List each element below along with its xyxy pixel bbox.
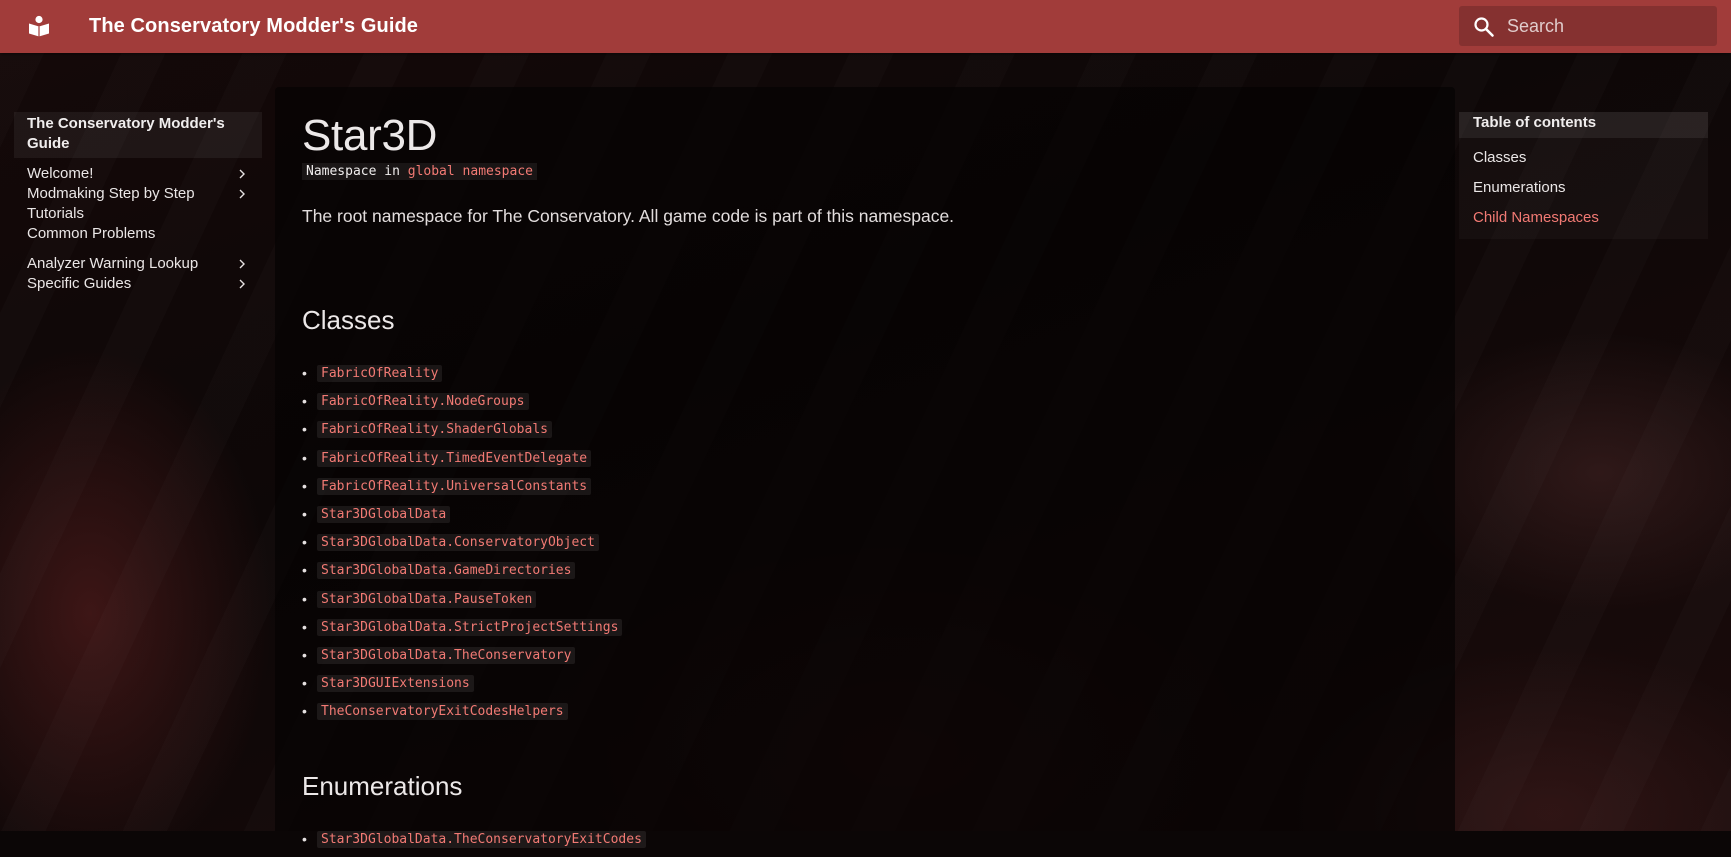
search-box[interactable]: [1459, 6, 1717, 46]
classes-heading: Classes: [302, 305, 395, 335]
namespace-info: Namespace in global namespace: [302, 163, 537, 180]
page-title: Star3D: [302, 111, 438, 160]
enum-link[interactable]: Star3DGlobalData.TheConservatoryExitCode…: [317, 831, 646, 848]
main-content: Star3D Namespace in global namespace The…: [275, 87, 1455, 849]
sidebar-item-specific-guides[interactable]: Specific Guides: [14, 274, 262, 294]
class-link[interactable]: Star3DGlobalData.StrictProjectSettings: [317, 618, 623, 636]
toc-item-child-namespaces[interactable]: Child Namespaces: [1459, 203, 1708, 233]
class-link[interactable]: FabricOfReality.ShaderGlobals: [317, 421, 552, 439]
list-item: Star3DGlobalData.GameDirectories: [302, 560, 622, 588]
class-link[interactable]: Star3DGlobalData.PauseToken: [317, 590, 537, 608]
sidebar-list: Welcome! Modmaking Step by Step Tutorial…: [14, 158, 262, 294]
enumerations-heading: Enumerations: [302, 771, 463, 801]
article: Star3D Namespace in global namespace The…: [302, 111, 1422, 849]
sidebar-item-tutorials[interactable]: Modmaking Step by Step Tutorials: [14, 184, 262, 224]
class-link[interactable]: TheConservatoryExitCodesHelpers: [317, 703, 568, 721]
list-item: FabricOfReality: [302, 363, 622, 391]
class-link[interactable]: Star3DGlobalData.TheConservatory: [317, 646, 576, 664]
list-item: Star3DGlobalData.PauseToken: [302, 589, 622, 617]
class-link[interactable]: FabricOfReality.TimedEventDelegate: [317, 449, 592, 467]
sidebar-item-common-problems[interactable]: Common Problems: [14, 224, 262, 244]
sidebar-item-label: Analyzer Warning Lookup: [27, 255, 199, 272]
chevron-right-icon[interactable]: [236, 168, 248, 180]
enumerations-list: Star3DGlobalData.TheConservatoryExitCode…: [302, 829, 646, 857]
table-of-contents: Table of contents Classes Enumerations C…: [1459, 112, 1708, 239]
sidebar-item-label: Welcome!: [27, 165, 94, 182]
sidebar-title[interactable]: The Conservatory Modder's Guide: [14, 112, 262, 158]
page-description: The root namespace for The Conservatory.…: [302, 206, 955, 226]
list-item: Star3DGlobalData.ConservatoryObject: [302, 532, 622, 560]
chevron-right-icon[interactable]: [236, 188, 248, 200]
list-item: FabricOfReality.ShaderGlobals: [302, 419, 622, 447]
class-link[interactable]: Star3DGlobalData.GameDirectories: [317, 562, 576, 580]
sidebar-item-label: Specific Guides: [27, 275, 132, 292]
toc-item-enumerations[interactable]: Enumerations: [1459, 173, 1708, 203]
book-reader-icon[interactable]: [27, 15, 51, 37]
namespace-prefix: Namespace in: [306, 164, 400, 179]
sidebar-nav: The Conservatory Modder's Guide Welcome!…: [14, 112, 262, 294]
sidebar-item-welcome[interactable]: Welcome!: [14, 164, 262, 184]
list-item: Star3DGlobalData.TheConservatory: [302, 645, 622, 673]
list-item: Star3DGlobalData.TheConservatoryExitCode…: [302, 829, 646, 857]
chevron-right-icon[interactable]: [236, 258, 248, 270]
toc-item-classes[interactable]: Classes: [1459, 143, 1708, 173]
list-item: FabricOfReality.UniversalConstants: [302, 476, 622, 504]
toc-list: Classes Enumerations Child Namespaces: [1459, 138, 1708, 239]
search-input[interactable]: [1507, 6, 1707, 46]
search-icon: [1472, 15, 1496, 39]
class-link[interactable]: Star3DGlobalData.ConservatoryObject: [317, 534, 599, 552]
list-item: FabricOfReality.NodeGroups: [302, 391, 622, 419]
class-link[interactable]: FabricOfReality: [317, 365, 443, 382]
list-item: FabricOfReality.TimedEventDelegate: [302, 448, 622, 476]
list-item: Star3DGUIExtensions: [302, 673, 622, 701]
class-link[interactable]: Star3DGlobalData: [317, 505, 451, 523]
list-item: Star3DGlobalData.StrictProjectSettings: [302, 617, 623, 645]
namespace-link[interactable]: global namespace: [408, 164, 533, 179]
list-item: Star3DGlobalData: [302, 504, 622, 532]
list-item: TheConservatoryExitCodesHelpers: [302, 701, 622, 729]
class-link[interactable]: FabricOfReality.NodeGroups: [317, 393, 529, 411]
sidebar-item-label: Common Problems: [27, 225, 156, 242]
classes-list: FabricOfReality FabricOfReality.NodeGrou…: [302, 363, 623, 729]
site-title[interactable]: The Conservatory Modder's Guide: [89, 15, 418, 38]
toc-title: Table of contents: [1459, 112, 1708, 138]
class-link[interactable]: FabricOfReality.UniversalConstants: [317, 477, 592, 495]
chevron-right-icon[interactable]: [236, 278, 248, 290]
sidebar-item-analyzer-warning-lookup[interactable]: Analyzer Warning Lookup: [14, 254, 262, 274]
sidebar-item-label: Modmaking Step by Step Tutorials: [27, 185, 195, 222]
class-link[interactable]: Star3DGUIExtensions: [317, 675, 474, 693]
top-bar: The Conservatory Modder's Guide: [0, 0, 1731, 53]
